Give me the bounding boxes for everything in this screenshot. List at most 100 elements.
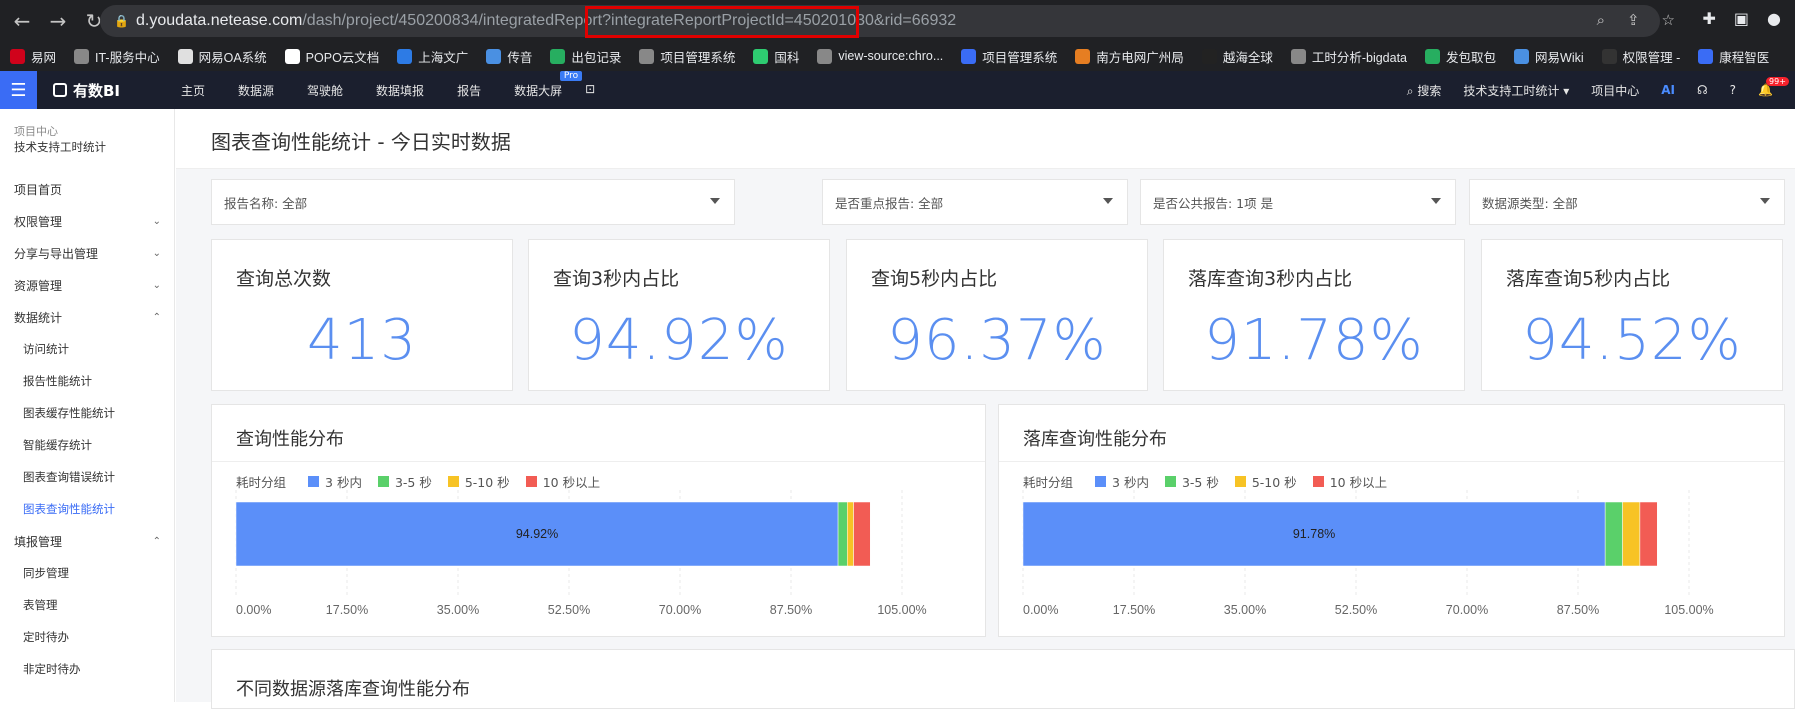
bookmark-item[interactable]: 南方电网广州局 bbox=[1075, 47, 1184, 66]
bookmark-item[interactable]: 发包取包 bbox=[1425, 47, 1496, 66]
bookmark-label: 网易Wiki bbox=[1535, 50, 1584, 65]
bookmark-favicon-icon bbox=[961, 48, 977, 64]
back-icon[interactable]: ← bbox=[8, 7, 36, 35]
app-logo[interactable]: 有数BI bbox=[53, 80, 153, 101]
legend-item[interactable]: 3-5 秒 bbox=[1164, 472, 1219, 491]
project-selector[interactable]: 技术支持工时统计 ▾ bbox=[1463, 82, 1569, 99]
legend-item[interactable]: 3-5 秒 bbox=[377, 472, 432, 491]
bar-segment[interactable] bbox=[1639, 501, 1658, 567]
nav-home[interactable]: 主页 bbox=[181, 82, 205, 99]
address-bar[interactable]: 🔒 d.youdata.netease.com/dash/project/450… bbox=[100, 5, 1660, 37]
legend-label: 3-5 秒 bbox=[394, 475, 432, 490]
bookmark-item[interactable]: 网易Wiki bbox=[1514, 47, 1584, 66]
project-center-link[interactable]: 项目中心 bbox=[1591, 82, 1639, 99]
x-tick-label: 70.00% bbox=[1446, 603, 1488, 617]
bookmark-item[interactable]: 传音 bbox=[486, 47, 532, 66]
sidebar-item-label: 定时待办 bbox=[23, 630, 69, 644]
bar-segment[interactable] bbox=[847, 501, 854, 567]
sidebar-item[interactable]: 图表查询性能统计 bbox=[0, 493, 175, 525]
menu-icon[interactable]: ☰ bbox=[0, 71, 37, 109]
sidebar-item[interactable]: 权限管理 ⌄ bbox=[0, 205, 175, 237]
bar-segment[interactable] bbox=[853, 501, 871, 567]
bookmark-favicon-icon bbox=[1698, 48, 1714, 64]
filter-datasource-type[interactable]: 数据源类型: 全部 bbox=[1469, 179, 1785, 225]
bookmark-item[interactable]: 康程智医 bbox=[1698, 47, 1769, 66]
legend-label: 3 秒内 bbox=[1112, 475, 1149, 490]
sidebar-item[interactable]: 资源管理 ⌄ bbox=[0, 269, 175, 301]
profile-icon[interactable]: ● bbox=[1767, 9, 1781, 28]
sidebar-item[interactable]: 项目首页 bbox=[0, 173, 175, 205]
sidebar-item[interactable]: 数据统计 ⌃ bbox=[0, 301, 175, 333]
headset-icon[interactable]: ☊ bbox=[1697, 83, 1708, 97]
bookmark-item[interactable]: 权限管理 - bbox=[1601, 47, 1680, 66]
bookmark-item[interactable]: IT-服务中心 bbox=[74, 47, 160, 66]
bookmark-item[interactable]: 项目管理系统 bbox=[639, 47, 735, 66]
legend-item[interactable]: 3 秒内 bbox=[308, 472, 362, 491]
extensions-icon[interactable]: ✚ bbox=[1703, 9, 1716, 28]
bookmark-item[interactable]: 出包记录 bbox=[550, 47, 621, 66]
sidebar-item-label: 报告性能统计 bbox=[23, 374, 92, 388]
x-tick-label: 70.00% bbox=[659, 603, 701, 617]
sidebar-item[interactable]: 同步管理 bbox=[0, 557, 175, 589]
bookmark-item[interactable]: POPO云文档 bbox=[284, 47, 379, 66]
bookmark-label: 网易OA系统 bbox=[198, 50, 267, 65]
legend-item[interactable]: 3 秒内 bbox=[1095, 472, 1149, 491]
legend-label: 5-10 秒 bbox=[1251, 475, 1297, 490]
bookmark-item[interactable]: 项目管理系统 bbox=[961, 47, 1057, 66]
sidebar-item[interactable]: 表管理 bbox=[0, 589, 175, 621]
bookmark-item[interactable]: view-source:chro... bbox=[817, 48, 943, 64]
search-link[interactable]: ⌕ 搜索 bbox=[1407, 82, 1442, 99]
bar-segment[interactable] bbox=[1604, 501, 1623, 567]
legend-item[interactable]: 5-10 秒 bbox=[1234, 472, 1297, 491]
nav-bigscreen[interactable]: 数据大屏 Pro bbox=[514, 70, 583, 99]
share-icon[interactable]: ⇪ bbox=[1627, 11, 1640, 29]
sidebar-item[interactable]: 图表查询错误统计 bbox=[0, 461, 175, 493]
chevron-down-icon: ⌄ bbox=[152, 215, 161, 227]
bookmark-item[interactable]: 越海全球 bbox=[1201, 47, 1273, 66]
sidebar-item[interactable]: 图表缓存性能统计 bbox=[0, 397, 175, 429]
legend-item[interactable]: 10 秒以上 bbox=[1312, 472, 1388, 491]
zoom-icon[interactable]: ⌕ bbox=[1597, 11, 1605, 29]
project-select-label: 技术支持工时统计 bbox=[1463, 83, 1560, 98]
stacked-bar-chart: 0.00% 17.50% 35.00% 52.50% 70.00% 87.50% 105.0… bbox=[1022, 490, 1714, 617]
bar-segment[interactable] bbox=[837, 501, 848, 567]
legend-swatch bbox=[1095, 476, 1107, 487]
sidebar-item-label: 图表缓存性能统计 bbox=[23, 406, 115, 420]
sidebar-item[interactable]: 报告性能统计 bbox=[0, 365, 175, 397]
bar-segment[interactable] bbox=[1622, 501, 1641, 567]
sidebar-item[interactable]: 智能缓存统计 bbox=[0, 429, 175, 461]
bookmark-item[interactable]: 上海文广 bbox=[397, 47, 468, 66]
nav-report[interactable]: 报告 bbox=[457, 82, 481, 99]
bookmark-item[interactable]: 易网 bbox=[10, 47, 56, 66]
bookmark-item[interactable]: 国科 bbox=[753, 47, 799, 66]
bell-icon[interactable]: 🔔 99+ bbox=[1758, 77, 1789, 97]
filter-report-name[interactable]: 报告名称: 全部 bbox=[211, 179, 735, 225]
legend-label: 10 秒以上 bbox=[1329, 475, 1388, 490]
x-tick-label: 52.50% bbox=[1335, 603, 1377, 617]
ai-icon[interactable]: AI bbox=[1661, 83, 1675, 97]
filter-key-report[interactable]: 是否重点报告: 全部 bbox=[822, 179, 1128, 225]
kpi-value: 96.37% bbox=[887, 308, 1107, 373]
nav-data-fill[interactable]: 数据填报 bbox=[376, 82, 424, 99]
sidebar-item[interactable]: 分享与导出管理 ⌄ bbox=[0, 237, 175, 269]
help-icon[interactable]: ? bbox=[1730, 83, 1736, 97]
panel-title: 落库查询性能分布 bbox=[1023, 429, 1167, 450]
nav-cockpit[interactable]: 驾驶舱 bbox=[307, 82, 343, 99]
nav-datasource[interactable]: 数据源 bbox=[238, 82, 274, 99]
sidebar-item[interactable]: 访问统计 bbox=[0, 333, 175, 365]
legend-item[interactable]: 5-10 秒 bbox=[447, 472, 510, 491]
main-content: 图表查询性能统计 - 今日实时数据 报告名称: 全部 是否重点报告: 全部 是否… bbox=[176, 109, 1795, 709]
sidebar-item[interactable]: 定时待办 bbox=[0, 621, 175, 653]
pro-badge: Pro bbox=[559, 70, 583, 81]
star-icon[interactable]: ☆ bbox=[1662, 11, 1675, 29]
expand-icon[interactable]: ⊡ bbox=[585, 82, 595, 99]
forward-icon[interactable]: → bbox=[44, 7, 72, 35]
filter-public-report[interactable]: 是否公共报告: 1项 是 bbox=[1140, 179, 1456, 225]
sidebar-item[interactable]: 非定时待办 bbox=[0, 653, 175, 685]
bookmark-item[interactable]: 工时分析-bigdata bbox=[1290, 47, 1407, 66]
sidepanel-icon[interactable]: ▣ bbox=[1734, 9, 1749, 28]
legend-item[interactable]: 10 秒以上 bbox=[525, 472, 600, 491]
chevron-down-icon: ⌄ bbox=[152, 247, 161, 259]
sidebar-item[interactable]: 填报管理 ⌃ bbox=[0, 525, 175, 557]
bookmark-item[interactable]: 网易OA系统 bbox=[177, 47, 267, 66]
